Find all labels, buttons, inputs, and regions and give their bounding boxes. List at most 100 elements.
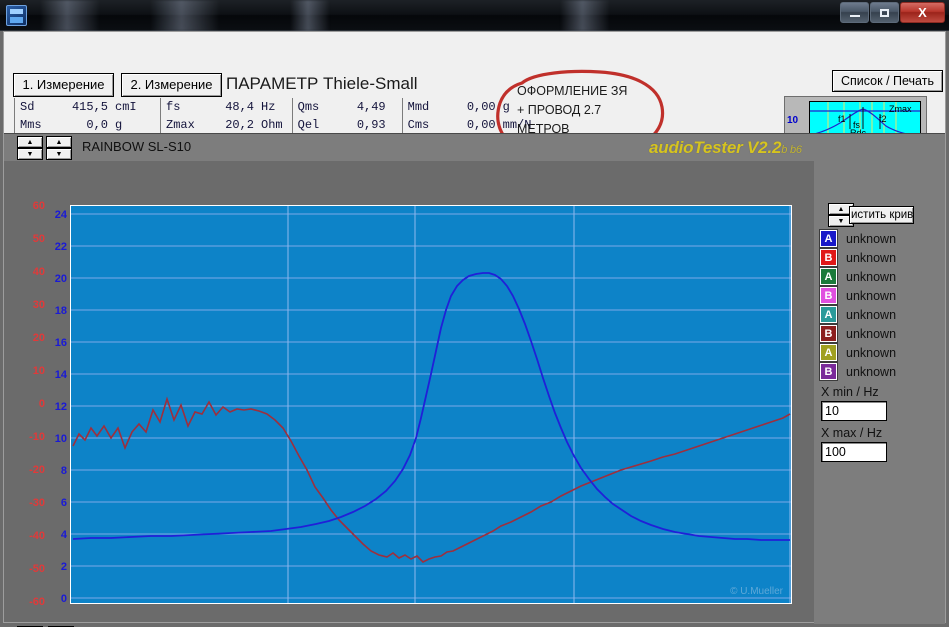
- page-title: ПАРАМЕТР Thiele-Small: [226, 74, 418, 93]
- spinner-up-icon[interactable]: ▲: [17, 136, 43, 148]
- legend-label: unknown: [846, 307, 897, 322]
- parameter-name: fs: [166, 100, 181, 114]
- y-left-tick: 10: [32, 365, 45, 377]
- legend-swatch-b1: B: [820, 249, 837, 266]
- xmin-label: X min / Hz: [821, 385, 879, 399]
- y-right-tick: 12: [54, 401, 67, 413]
- y-right-tick: 6: [60, 497, 67, 509]
- parameter-name: Zmax: [166, 118, 195, 132]
- close-icon: X: [918, 5, 927, 20]
- y-left-tick: -40: [29, 530, 45, 542]
- legend-item-4[interactable]: B unknown: [820, 286, 896, 305]
- y-left-tick: -60: [29, 596, 45, 608]
- spinner-down-icon[interactable]: ▼: [17, 148, 43, 160]
- close-button[interactable]: X: [900, 2, 945, 23]
- y-left-tick: 40: [32, 266, 45, 278]
- legend-label: unknown: [846, 288, 897, 303]
- parameter-name: Mmd: [407, 100, 430, 114]
- y-right-tick: 22: [54, 241, 67, 253]
- parameter-value: 0,00: [466, 118, 496, 132]
- copyright-watermark: © U.Mueller: [730, 586, 783, 597]
- legend-swatch-b3: B: [820, 325, 837, 342]
- maximize-button[interactable]: [870, 2, 899, 23]
- clear-curves-button[interactable]: истить криве: [849, 206, 914, 224]
- minimize-icon: [849, 14, 860, 17]
- window-controls: X: [840, 2, 945, 23]
- brand-suffix: b b6: [781, 144, 802, 156]
- parameter-name: Qel: [297, 118, 320, 132]
- measurement-1-button[interactable]: 1. Измерение: [13, 73, 114, 97]
- xmax-input[interactable]: 100: [821, 442, 887, 462]
- titlebar-glow: [290, 0, 330, 31]
- print-list-button[interactable]: Список / Печать: [832, 70, 943, 92]
- legend-item-2[interactable]: B unknown: [820, 248, 896, 267]
- legend-item-8[interactable]: B unknown: [820, 362, 896, 381]
- curve-index-spinner[interactable]: ▲ ▼: [17, 136, 43, 160]
- y-left-tick: -50: [29, 563, 45, 575]
- impedance-chart: 60 50 40 30 20 10 0 -10 -20 -30 -40 -50 …: [4, 161, 814, 624]
- titlebar-glow: [150, 0, 220, 31]
- spinner-up-icon[interactable]: ▲: [46, 136, 72, 148]
- window-titlebar: X: [0, 0, 949, 31]
- legend-item-7[interactable]: A unknown: [820, 343, 896, 362]
- parameter-row: Mms 0,0 g: [20, 116, 151, 134]
- y-left-tick: -10: [29, 431, 45, 443]
- legend-item-6[interactable]: B unknown: [820, 324, 896, 343]
- annotation-text: ОФОРМЛЕНИЕ ЗЯ + ПРОВОД 2.7 МЕТРОВ: [517, 84, 628, 136]
- legend-label: unknown: [846, 269, 897, 284]
- y-right-tick: 0: [60, 593, 67, 605]
- legend-label: unknown: [846, 364, 897, 379]
- y-left-tick: -30: [29, 497, 45, 509]
- y-left-tick: 30: [32, 299, 45, 311]
- parameter-unit: [386, 98, 393, 116]
- xmax-label: X max / Hz: [821, 426, 883, 440]
- legend-item-3[interactable]: A unknown: [820, 267, 896, 286]
- legend-label: unknown: [846, 326, 897, 341]
- y-left-tick: 60: [32, 200, 45, 212]
- brand-name: audioTester V2.2: [649, 138, 782, 157]
- brand-logo: audioTester V2.2b b6: [649, 138, 802, 158]
- parameter-name: Sd: [20, 100, 35, 114]
- curve-name-label: RAINBOW SL-S10: [82, 139, 192, 154]
- spinner-down-icon[interactable]: ▼: [46, 148, 72, 160]
- parameter-value: 48,4: [225, 100, 255, 114]
- parameter-panel: 1. Измерение 2. Измерение ПАРАМЕТР Thiel…: [4, 32, 945, 160]
- legend-label: unknown: [846, 345, 897, 360]
- legend-item-5[interactable]: A unknown: [820, 305, 896, 324]
- legend-label: unknown: [846, 250, 897, 265]
- legend-label: unknown: [846, 231, 897, 246]
- legend-swatch-b4: B: [820, 363, 837, 380]
- plot-canvas[interactable]: © U.Mueller: [70, 205, 792, 604]
- y-right-tick: 20: [54, 273, 67, 285]
- chart-header-bar: ▲ ▼ ▲ ▼ RAINBOW SL-S10 audioTester V2.2b…: [4, 133, 945, 161]
- mini-y-top-tick: 10: [787, 115, 799, 126]
- client-area: 1. Измерение 2. Измерение ПАРАМЕТР Thiel…: [3, 31, 947, 627]
- parameter-row: Qms 4,49: [298, 98, 393, 116]
- parameter-value: 0,00: [466, 100, 496, 114]
- legend-swatch-a1: A: [820, 230, 837, 247]
- mini-marker-f1: f1: [838, 114, 846, 124]
- legend-swatch-b2: B: [820, 287, 837, 304]
- curve-select-spinner[interactable]: ▲ ▼: [46, 136, 72, 160]
- titlebar-glow: [560, 0, 610, 31]
- y-left-tick: 0: [38, 398, 45, 410]
- parameter-name: Cms: [407, 118, 430, 132]
- app-icon: [6, 5, 27, 26]
- parameter-name: Mms: [20, 118, 42, 132]
- titlebar-glow: [40, 0, 100, 31]
- xmin-input[interactable]: 10: [821, 401, 887, 421]
- y-right-tick: 18: [54, 305, 67, 317]
- legend-swatch-a4: A: [820, 344, 837, 361]
- maximize-icon: [880, 8, 889, 17]
- legend-item-1[interactable]: A unknown: [820, 229, 896, 248]
- parameter-unit: Ohm: [261, 118, 283, 132]
- measurement-2-button[interactable]: 2. Измерение: [121, 73, 222, 97]
- y-right-tick: 4: [60, 529, 67, 541]
- parameter-value: 20,2: [225, 118, 255, 132]
- parameter-unit: g: [502, 100, 510, 114]
- parameter-row: Sd 415,5 cmI: [20, 98, 151, 116]
- legend-swatch-a3: A: [820, 306, 837, 323]
- parameter-unit: cmI: [115, 100, 137, 114]
- minimize-button[interactable]: [840, 2, 869, 23]
- parameter-value: 0,0: [86, 118, 108, 132]
